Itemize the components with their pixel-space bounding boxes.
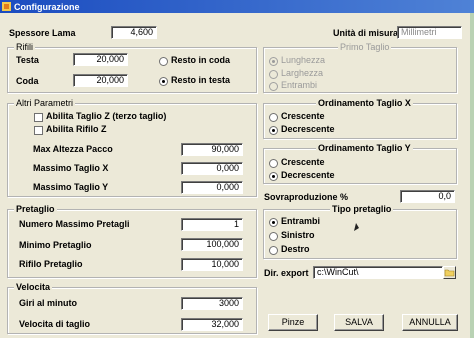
- ord-y-legend: Ordinamento Taglio Y: [316, 143, 413, 154]
- primo-taglio-legend: Primo Taglio: [338, 42, 392, 53]
- salva-button[interactable]: SALVA: [334, 314, 384, 331]
- tipo-sinistro-label: Sinistro: [281, 230, 315, 240]
- folder-icon: [444, 269, 455, 277]
- rifili-legend: Rifili: [14, 42, 35, 53]
- browse-button[interactable]: [443, 266, 456, 279]
- testa-label: Testa: [16, 55, 39, 65]
- ord-y-decrescente-label: Decrescente: [281, 170, 335, 180]
- primo-lunghezza-label: Lunghezza: [281, 55, 326, 65]
- primo-larghezza-radio[interactable]: [269, 70, 278, 79]
- pretaglio-preview-icon: [354, 223, 359, 231]
- giri-field[interactable]: 3000: [181, 297, 243, 310]
- window-edge: [470, 0, 474, 338]
- altri-parametri-legend: Altri Parametri: [14, 98, 76, 109]
- primo-lunghezza-radio[interactable]: [269, 57, 278, 66]
- primo-entrambi-radio[interactable]: [269, 82, 278, 91]
- ord-y-crescente-label: Crescente: [281, 157, 325, 167]
- spessore-label: Spessore Lama: [9, 28, 76, 38]
- abilita-z-checkbox[interactable]: [34, 113, 43, 122]
- title-bar[interactable]: Configurazione: [0, 0, 474, 13]
- max-pacco-label: Max Altezza Pacco: [33, 144, 113, 154]
- ord-x-crescente-radio[interactable]: [269, 113, 278, 122]
- velocita-legend: Velocita: [14, 282, 53, 293]
- tipo-destro-label: Destro: [281, 244, 310, 254]
- max-y-field[interactable]: 0,000: [181, 181, 243, 194]
- sovraproduzione-label: Sovraproduzione %: [264, 192, 349, 202]
- spessore-field[interactable]: 4,600: [111, 26, 157, 39]
- num-pretagli-label: Numero Massimo Pretagli: [19, 219, 130, 229]
- coda-label: Coda: [16, 76, 39, 86]
- resto-testa-radio[interactable]: [159, 77, 168, 86]
- tipo-entrambi-radio[interactable]: [269, 218, 278, 227]
- max-x-field[interactable]: 0,000: [181, 162, 243, 175]
- window-title: Configurazione: [14, 1, 80, 12]
- giri-label: Giri al minuto: [19, 298, 78, 308]
- max-y-label: Massimo Taglio Y: [33, 182, 109, 192]
- velocita-taglio-field[interactable]: 32,000: [181, 318, 243, 331]
- abilita-rifilo-z-checkbox[interactable]: [34, 126, 43, 135]
- min-pretaglio-label: Minimo Pretaglio: [19, 240, 92, 250]
- ord-x-decrescente-radio[interactable]: [269, 126, 278, 135]
- tipo-pretaglio-legend: Tipo pretaglio: [330, 204, 394, 215]
- export-field[interactable]: c:\WinCut\: [313, 266, 443, 279]
- rifilo-pretaglio-label: Rifilo Pretaglio: [19, 259, 83, 269]
- unita-field[interactable]: Millimetri: [397, 26, 462, 39]
- unita-label: Unità di misura: [333, 28, 399, 38]
- abilita-rifilo-z-label: Abilita Rifilo Z: [46, 124, 107, 134]
- ord-y-crescente-radio[interactable]: [269, 159, 278, 168]
- tipo-destro-radio[interactable]: [269, 246, 278, 255]
- velocita-taglio-label: Velocita di taglio: [19, 319, 91, 329]
- tipo-entrambi-label: Entrambi: [281, 216, 321, 226]
- pretaglio-legend: Pretaglio: [14, 204, 57, 215]
- rifilo-pretaglio-field[interactable]: 10,000: [181, 258, 243, 271]
- pinze-button[interactable]: Pinze: [268, 314, 318, 331]
- ord-x-legend: Ordinamento Taglio X: [316, 98, 413, 109]
- ord-x-decrescente-label: Decrescente: [281, 124, 335, 134]
- coda-field[interactable]: 20,000: [73, 74, 128, 87]
- abilita-z-label: Abilita Taglio Z (terzo taglio): [46, 111, 167, 121]
- sovraproduzione-field[interactable]: 0,0: [400, 190, 455, 203]
- tipo-sinistro-radio[interactable]: [269, 232, 278, 241]
- app-icon: [2, 2, 11, 11]
- resto-testa-label: Resto in testa: [171, 75, 231, 85]
- ord-y-decrescente-radio[interactable]: [269, 172, 278, 181]
- min-pretaglio-field[interactable]: 100,000: [181, 238, 243, 251]
- rifili-group: Rifili: [7, 42, 257, 93]
- testa-field[interactable]: 20,000: [73, 53, 128, 66]
- max-pacco-field[interactable]: 90,000: [181, 143, 243, 156]
- primo-larghezza-label: Larghezza: [281, 68, 324, 78]
- annulla-button[interactable]: ANNULLA: [402, 314, 458, 331]
- primo-entrambi-label: Entrambi: [281, 80, 318, 90]
- resto-coda-label: Resto in coda: [171, 55, 231, 65]
- export-label: Dir. export: [264, 268, 309, 278]
- resto-coda-radio[interactable]: [159, 57, 168, 66]
- max-x-label: Massimo Taglio X: [33, 163, 109, 173]
- num-pretagli-field[interactable]: 1: [181, 218, 243, 231]
- ord-x-crescente-label: Crescente: [281, 111, 325, 121]
